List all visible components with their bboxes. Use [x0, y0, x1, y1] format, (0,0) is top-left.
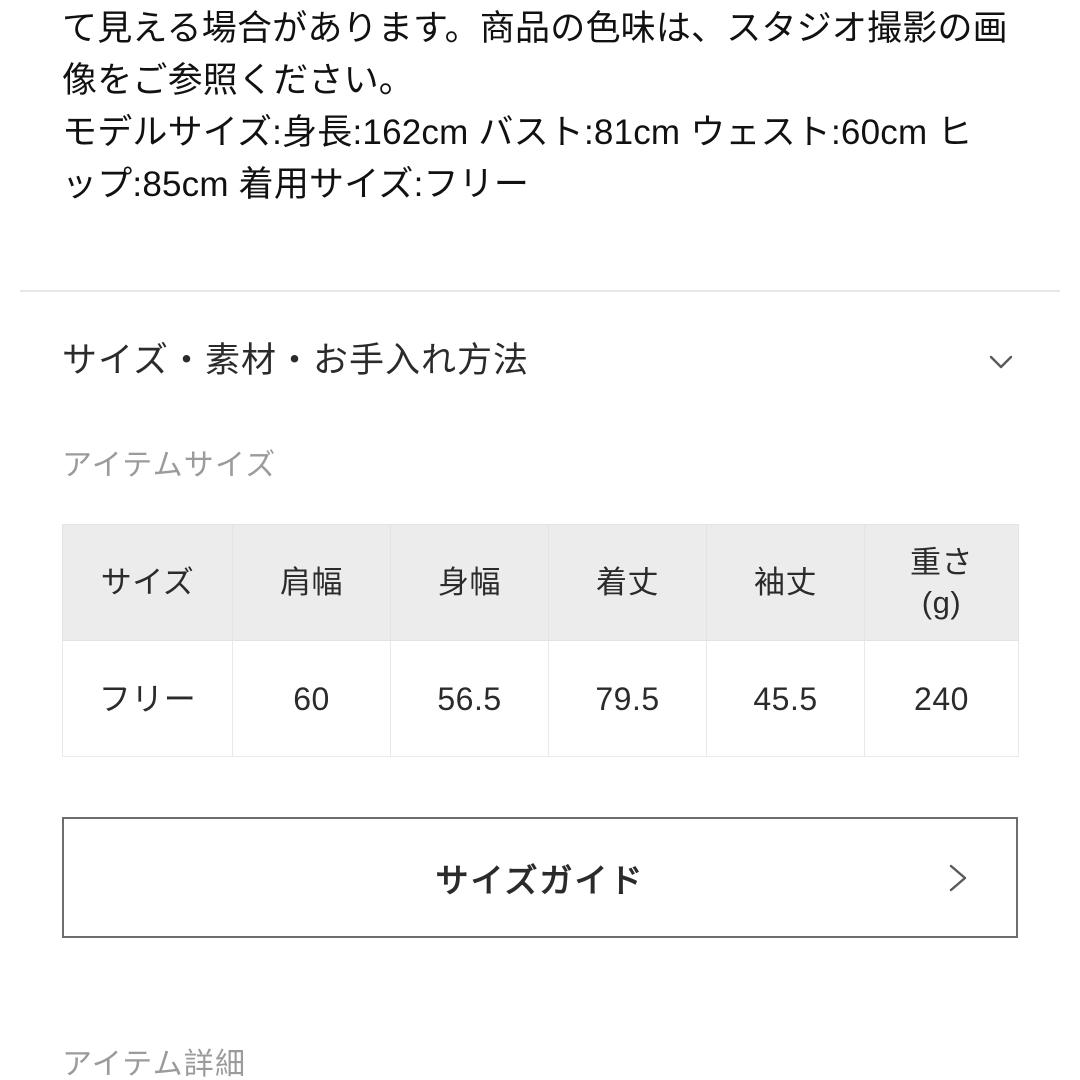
table-header-cell-chest: 身幅 — [390, 524, 549, 641]
item-size-label: アイテムサイズ — [62, 449, 277, 482]
table-body: フリー 60 56.5 79.5 45.5 240 — [62, 640, 1019, 757]
product-description: て見える場合があります。商品の色味は、スタジオ撮影の画 像をご参照ください。 モ… — [62, 0, 1024, 211]
description-line: ップ:85cm 着用サイズ:フリー — [62, 165, 530, 204]
item-detail-label: アイテム詳細 — [62, 1048, 247, 1080]
table-header-row: サイズ 肩幅 身幅 着丈 袖丈 重さ (g) — [62, 524, 1019, 641]
table-header-cell-size: サイズ — [62, 524, 233, 641]
product-detail-page: て見える場合があります。商品の色味は、スタジオ撮影の画 像をご参照ください。 モ… — [0, 0, 1080, 1080]
table-header-cell-length: 着丈 — [548, 524, 707, 641]
table-row: フリー 60 56.5 79.5 45.5 240 — [62, 640, 1019, 757]
weight-label: 重さ — [910, 544, 973, 580]
size-guide-label: サイズガイド — [435, 861, 645, 899]
table-cell-chest: 56.5 — [390, 640, 549, 757]
section-divider — [20, 290, 1060, 292]
table-cell-weight: 240 — [864, 640, 1019, 757]
table-header-cell-weight: 重さ (g) — [864, 524, 1019, 641]
table-cell-size: フリー — [62, 640, 233, 757]
size-guide-button[interactable]: サイズガイド — [62, 817, 1018, 938]
table-header: サイズ 肩幅 身幅 着丈 袖丈 重さ (g) — [62, 524, 1019, 641]
chevron-right-icon — [940, 858, 974, 898]
description-line: 像をご参照ください。 — [62, 61, 415, 100]
accordion-header-size-material-care[interactable]: サイズ・素材・お手入れ方法 — [62, 330, 1024, 392]
description-line: て見える場合があります。商品の色味は、スタジオ撮影の画 — [62, 9, 1008, 48]
description-line: モデルサイズ:身長:162cm バスト:81cm ウェスト:60cm ヒ — [62, 113, 973, 152]
table-cell-length: 79.5 — [548, 640, 707, 757]
weight-unit: (g) — [921, 584, 962, 620]
table-header-cell-sleeve: 袖丈 — [706, 524, 865, 641]
chevron-down-icon[interactable] — [980, 340, 1022, 382]
table-cell-shoulder: 60 — [232, 640, 391, 757]
table-cell-sleeve: 45.5 — [706, 640, 865, 757]
table-header-cell-shoulder: 肩幅 — [232, 524, 391, 641]
item-size-table: サイズ 肩幅 身幅 着丈 袖丈 重さ (g) フリー 60 56.5 79.5 … — [62, 524, 1019, 757]
accordion-title: サイズ・素材・お手入れ方法 — [62, 341, 529, 380]
